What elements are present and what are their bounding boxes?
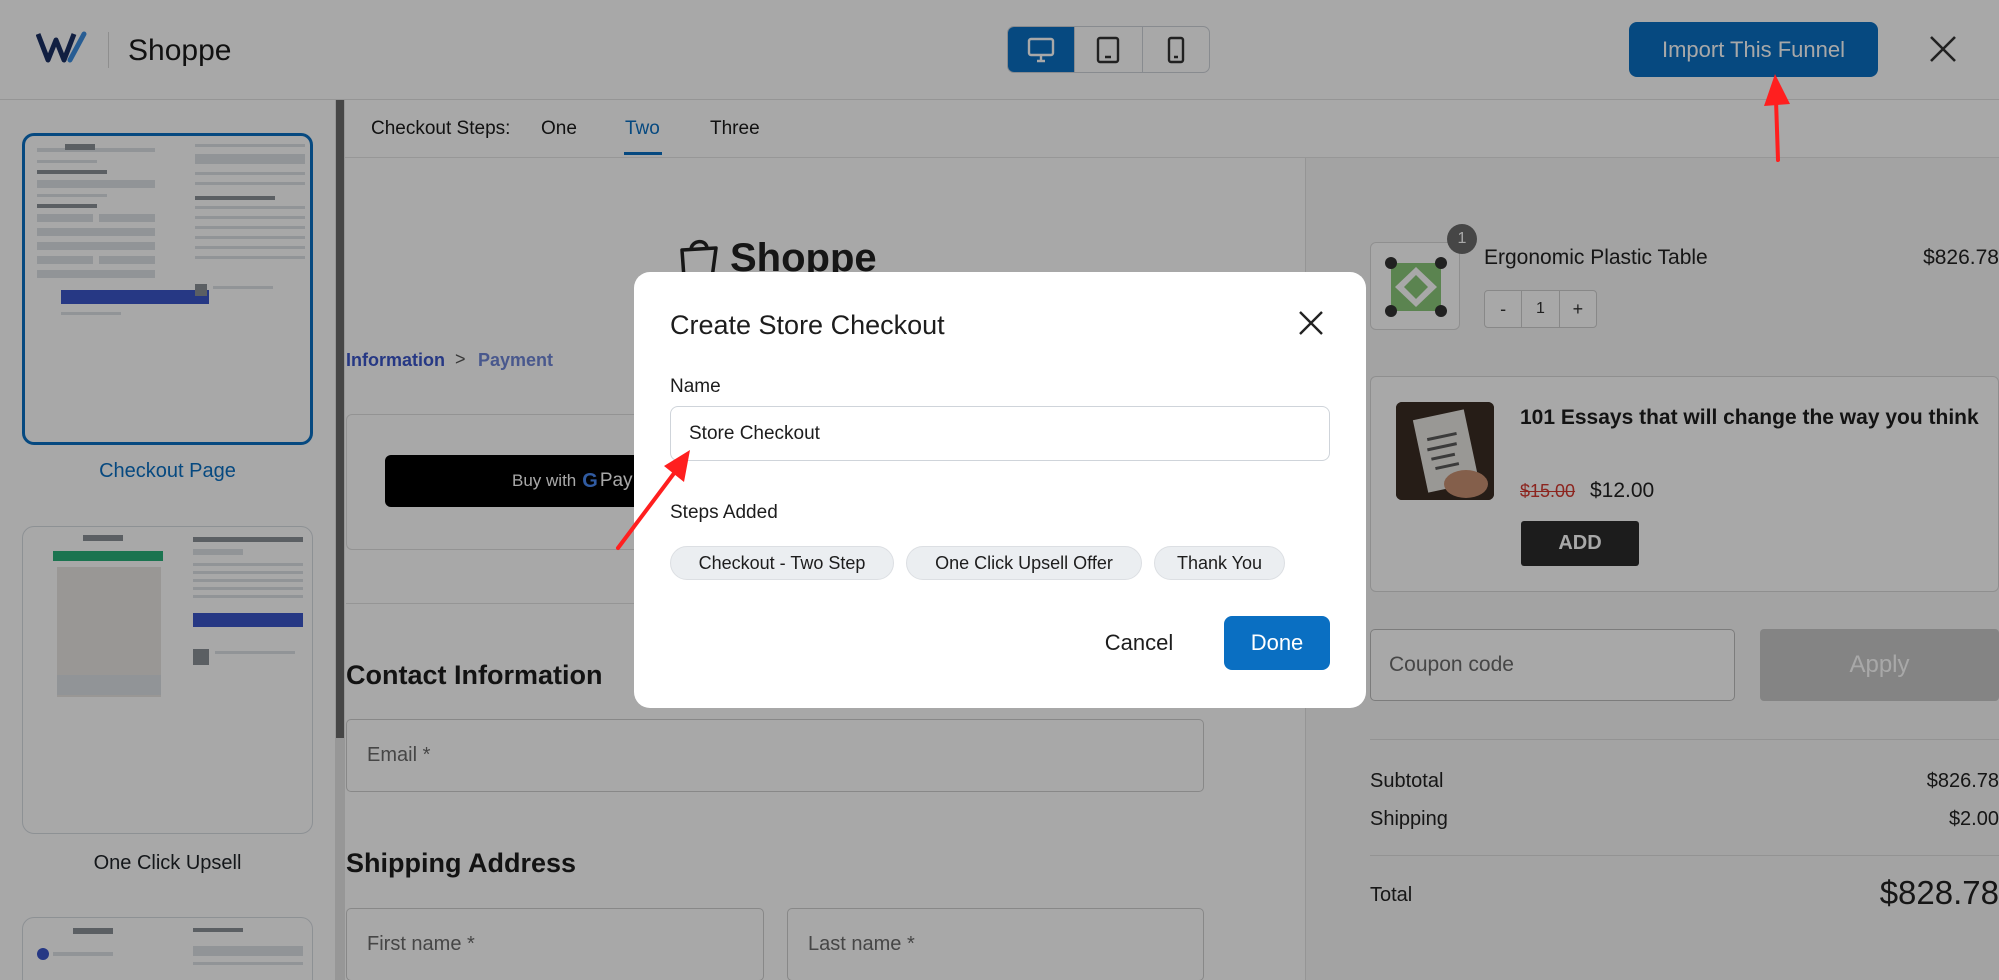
step-chip-upsell: One Click Upsell Offer <box>906 546 1142 580</box>
name-input[interactable] <box>670 406 1330 461</box>
close-icon[interactable] <box>1296 308 1326 338</box>
modal-title: Create Store Checkout <box>670 310 945 340</box>
done-button[interactable]: Done <box>1224 616 1330 670</box>
name-label: Name <box>670 376 721 397</box>
create-checkout-modal: Create Store Checkout Name Steps Added C… <box>634 272 1366 708</box>
cancel-button[interactable]: Cancel <box>1094 616 1184 670</box>
step-chip-thank-you: Thank You <box>1154 546 1285 580</box>
steps-added-label: Steps Added <box>670 502 778 523</box>
step-chip-checkout: Checkout - Two Step <box>670 546 894 580</box>
